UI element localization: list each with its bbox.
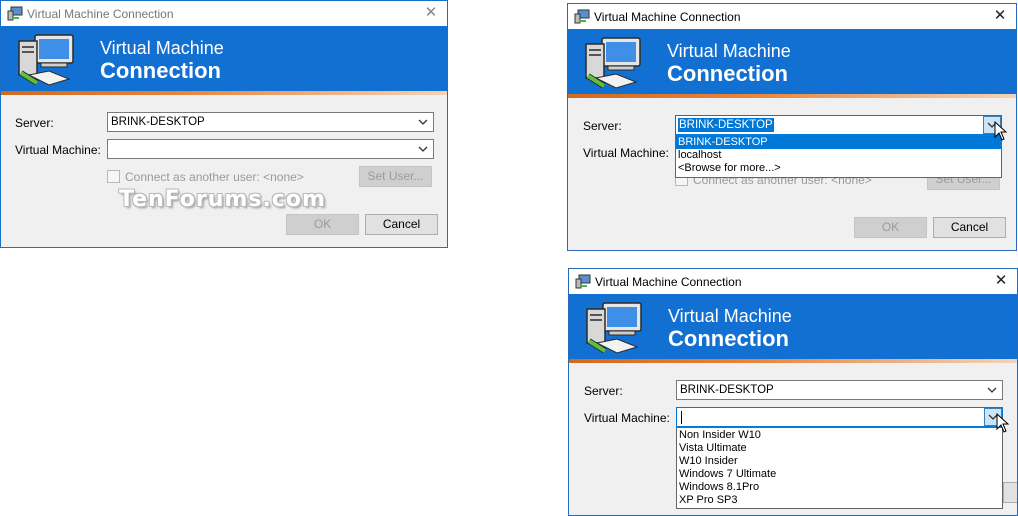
server-combobox[interactable]: BRINK-DESKTOP <box>676 380 1003 400</box>
window-title: Virtual Machine Connection <box>595 275 742 289</box>
server-label: Server: <box>15 116 54 130</box>
chevron-down-icon[interactable] <box>415 141 431 157</box>
mouse-cursor-icon <box>994 121 1008 141</box>
vm-connection-dialog-default: Virtual Machine Connection ✕ Virtual Mac… <box>0 0 448 248</box>
server-value: BRINK-DESKTOP <box>111 116 205 128</box>
banner-title-line2: Connection <box>100 58 221 83</box>
virtual-machine-label: Virtual Machine: <box>584 411 670 425</box>
vm-connection-logo-icon <box>18 34 74 86</box>
close-icon[interactable]: ✕ <box>988 5 1012 27</box>
virtual-machine-combobox[interactable] <box>107 139 434 159</box>
banner-title-line2: Connection <box>667 61 788 86</box>
server-option[interactable]: <Browse for more...> <box>676 162 1001 175</box>
header-banner: Virtual Machine Connection <box>1 26 447 91</box>
server-dropdown-list: BRINK-DESKTOP localhost <Browse for more… <box>675 135 1002 178</box>
server-value: BRINK-DESKTOP <box>678 118 774 132</box>
mouse-cursor-icon <box>996 413 1010 433</box>
title-bar: Virtual Machine Connection ✕ <box>1 1 447 26</box>
server-label: Server: <box>583 119 622 133</box>
banner-accent-line <box>569 359 1017 363</box>
vm-option[interactable]: Vista Ultimate <box>677 442 1002 455</box>
virtual-machine-label: Virtual Machine: <box>15 143 101 157</box>
chevron-down-icon[interactable] <box>984 382 1000 398</box>
vm-connection-logo-icon <box>585 37 641 89</box>
virtual-machine-dropdown-list: Non Insider W10 Vista Ultimate W10 Insid… <box>676 427 1003 509</box>
banner-title-line1: Virtual Machine <box>668 306 792 326</box>
server-label: Server: <box>584 384 623 398</box>
ok-button[interactable]: OK <box>854 217 927 238</box>
server-option[interactable]: localhost <box>676 149 1001 162</box>
vm-option[interactable]: XP Pro SP3 <box>677 494 1002 507</box>
vm-option[interactable]: W10 Insider <box>677 455 1002 468</box>
server-option[interactable]: BRINK-DESKTOP <box>676 136 1001 149</box>
vm-option[interactable]: Windows 7 Ultimate <box>677 468 1002 481</box>
vm-connection-icon <box>7 6 23 21</box>
vm-option[interactable]: Non Insider W10 <box>677 429 1002 442</box>
title-bar: Virtual Machine Connection ✕ <box>568 4 1016 29</box>
banner-title-line1: Virtual Machine <box>100 38 224 58</box>
vm-connection-icon <box>575 274 591 289</box>
text-caret <box>681 411 682 424</box>
banner-accent-line <box>1 91 447 95</box>
window-title: Virtual Machine Connection <box>594 10 741 24</box>
server-label-text: Server: <box>15 116 54 130</box>
close-icon[interactable]: ✕ <box>419 2 443 24</box>
title-bar: Virtual Machine Connection ✕ <box>569 269 1017 294</box>
vm-connection-icon <box>574 9 590 24</box>
banner-title-line2: Connection <box>668 326 789 351</box>
virtual-machine-label: Virtual Machine: <box>583 146 669 160</box>
watermark: TenForums.com <box>119 187 326 212</box>
set-user-button[interactable]: Set User... <box>359 166 432 187</box>
server-combobox[interactable]: BRINK-DESKTOP <box>675 115 1002 135</box>
server-combobox[interactable]: BRINK-DESKTOP <box>107 112 434 132</box>
vm-connection-dialog-server-dropdown: Virtual Machine Connection ✕ Virtual Mac… <box>567 3 1017 251</box>
vm-option[interactable]: Windows 8.1Pro <box>677 481 1002 494</box>
header-banner: Virtual Machine Connection <box>569 294 1017 359</box>
vm-connection-dialog-vm-dropdown: Virtual Machine Connection ✕ Virtual Mac… <box>568 268 1018 516</box>
connect-as-another-user-checkbox[interactable]: Connect as another user: <none> <box>107 170 304 184</box>
close-icon[interactable]: ✕ <box>989 270 1013 292</box>
checkbox-box[interactable] <box>107 170 120 183</box>
cancel-button-partial[interactable] <box>1003 482 1017 503</box>
window-title: Virtual Machine Connection <box>27 7 174 21</box>
header-banner: Virtual Machine Connection <box>568 29 1016 94</box>
server-value: BRINK-DESKTOP <box>680 384 774 396</box>
banner-title-line1: Virtual Machine <box>667 41 791 61</box>
cancel-button[interactable]: Cancel <box>365 214 438 235</box>
vm-connection-logo-icon <box>586 302 642 354</box>
virtual-machine-combobox[interactable] <box>676 407 1003 427</box>
chevron-down-icon[interactable] <box>415 114 431 130</box>
ok-button[interactable]: OK <box>286 214 359 235</box>
banner-accent-line <box>568 94 1016 98</box>
cancel-button[interactable]: Cancel <box>933 217 1006 238</box>
connect-as-label: Connect as another user: <none> <box>125 170 304 184</box>
